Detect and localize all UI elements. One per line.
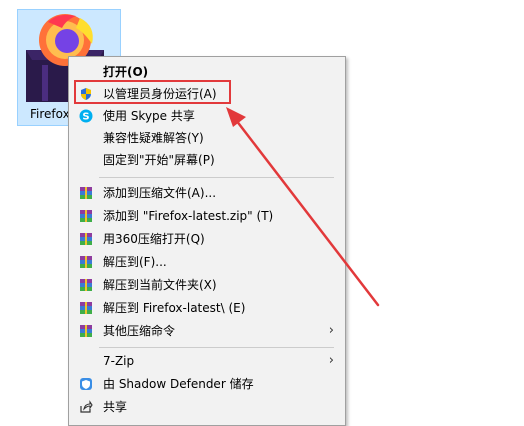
annotation-arrow <box>226 107 380 307</box>
